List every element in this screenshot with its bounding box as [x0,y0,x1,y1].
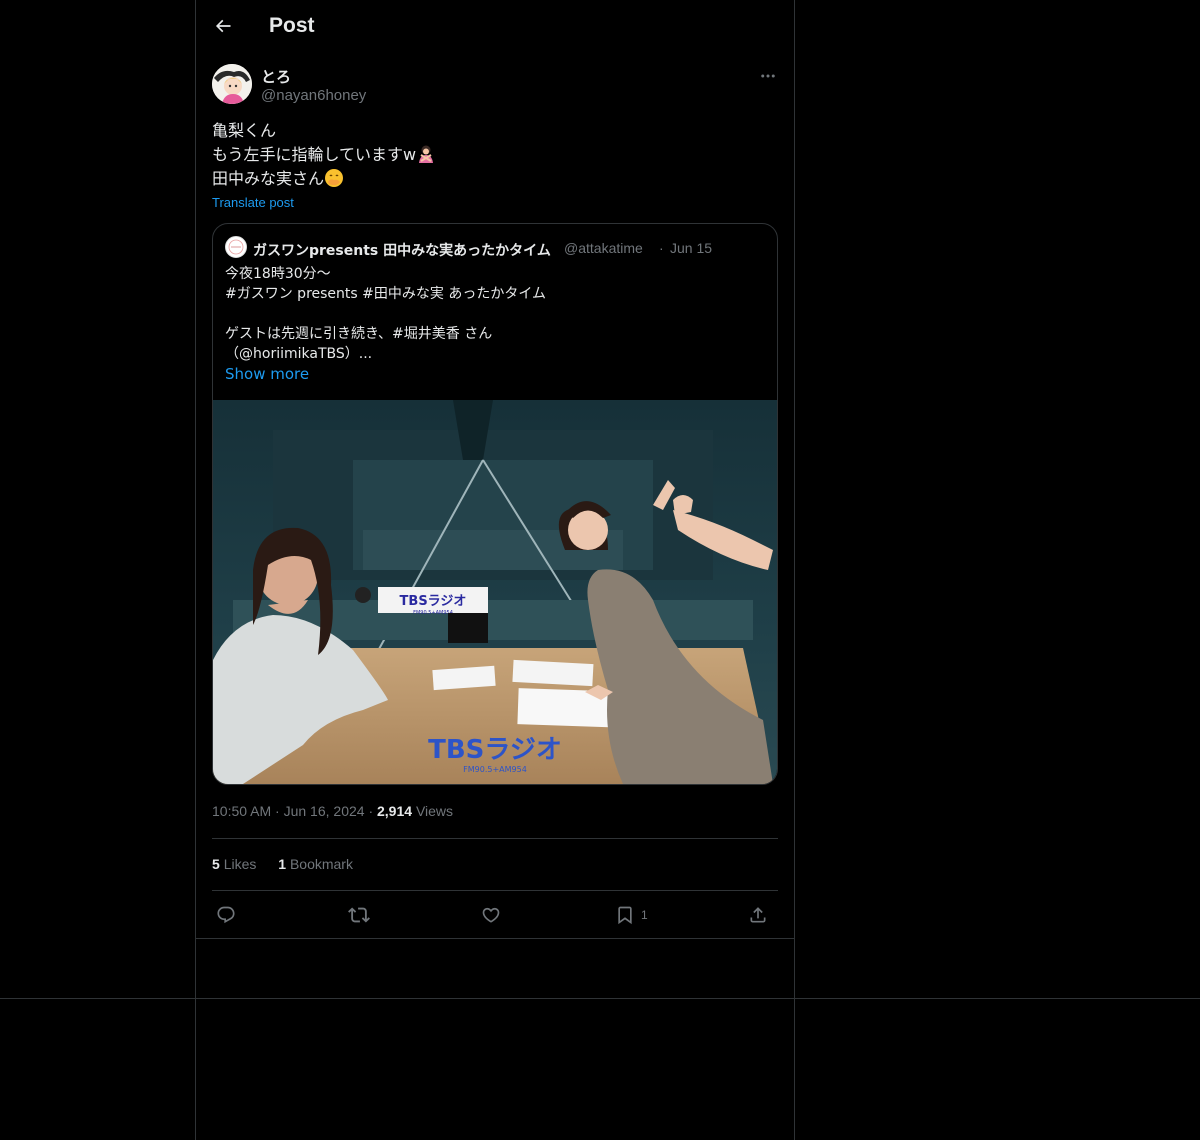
quoted-author-handle: @attakatime [564,240,643,256]
main-column: Post とろ @nayan6honey 亀梨くん もう左手に指輪していますw … [195,0,795,1140]
author-handle[interactable]: @nayan6honey [261,87,366,104]
quoted-text: 今夜18時30分〜 #ガスワン presents #田中みな実 あったかタイム … [225,264,765,384]
quoted-line [225,304,765,324]
views-count: 2,914 [377,803,413,819]
post-stats: 5 Likes 1 Bookmark [212,856,371,872]
divider [212,890,778,891]
quoted-separator: · [659,240,664,256]
bookmark-button[interactable]: 1 [615,903,648,927]
show-more-link[interactable]: Show more [225,364,765,384]
post-text: 亀梨くん もう左手に指輪していますw 田中みな実さん [212,119,778,191]
svg-text:TBSラジオ: TBSラジオ [428,735,562,765]
quoted-line: ゲストは先週に引き続き、#堀井美香 さん [225,326,493,342]
quoted-author-name: ガスワンpresents 田中みな実あったかタイム [253,243,551,259]
header: Post [196,0,794,53]
bookmark-count: 1 [641,908,648,922]
quoted-date: Jun 15 [670,240,713,256]
svg-text:FM90.5+AM954: FM90.5+AM954 [463,765,527,774]
quoted-post[interactable]: ガスワンpresents 田中みな実あったかタイム @attakatime · … [212,223,778,785]
face-with-hand-over-mouth-icon [324,168,344,188]
post-line: 田中みな実さん [212,167,778,191]
post-line: もう左手に指輪していますw [212,143,778,167]
quoted-avatar[interactable] [225,236,247,258]
reply-button[interactable] [216,903,236,927]
more-horizontal-icon [761,74,775,78]
share-button[interactable] [748,903,768,927]
author-name[interactable]: とろ [261,66,291,87]
like-button[interactable] [481,903,501,927]
person-gesturing-no-icon [416,144,436,164]
repost-icon [348,907,370,923]
more-options-button[interactable] [758,66,778,86]
back-button[interactable] [208,11,238,41]
post-author: とろ @nayan6honey [212,64,778,108]
bookmarks-stat[interactable]: 1 Bookmark [278,856,353,872]
post-line: 亀梨くん [212,121,277,140]
quoted-line: （@horiimikaTBS）... [225,346,373,362]
post-timestamp[interactable]: 10:50 AM · Jun 16, 2024 · [212,803,373,819]
svg-text:TBSラジオ: TBSラジオ [400,594,467,609]
reply-icon [217,906,235,924]
avatar-illustration-icon [212,64,252,104]
likes-stat[interactable]: 5 Likes [212,856,256,872]
svg-text:FM90.5+AM954: FM90.5+AM954 [413,610,453,616]
share-icon [750,907,766,923]
bookmark-icon [618,906,632,925]
avatar[interactable] [212,64,252,104]
radio-studio-photo: TBSラジオ FM90.5+AM954 TBSラジオ FM90.5+AM954 [213,400,777,784]
post-meta: 10:50 AM · Jun 16, 2024 · 2,914 Views [212,803,453,819]
arrow-left-icon [215,19,231,33]
quoted-line: 今夜18時30分〜 [225,266,331,282]
heart-icon [482,907,500,923]
action-bar: 1 [212,900,778,930]
quoted-photo[interactable]: TBSラジオ FM90.5+AM954 TBSラジオ FM90.5+AM954 [213,400,777,784]
quoted-line: #ガスワン presents #田中みな実 あったかタイム [225,286,547,302]
repost-button[interactable] [348,903,370,927]
divider [212,838,778,839]
divider [196,938,794,939]
quoted-logo-icon [228,239,244,255]
page-title: Post [269,14,315,37]
translate-post-link[interactable]: Translate post [212,195,294,210]
views-label: Views [415,803,454,819]
